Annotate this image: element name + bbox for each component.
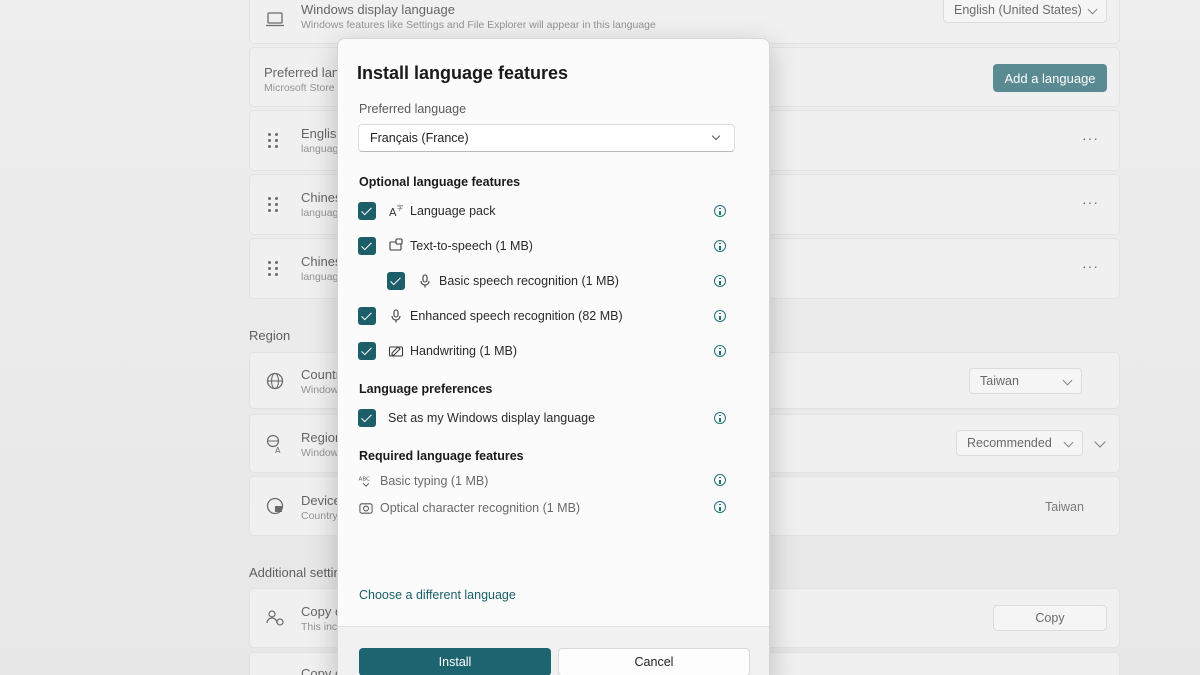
handwriting-icon — [388, 346, 404, 357]
feature-enhanced-speech[interactable]: Enhanced speech recognition (82 MB) — [358, 306, 623, 326]
required-feature-basic-typing: ABC Basic typing (1 MB) — [358, 472, 489, 490]
language-preferences-header: Language preferences — [359, 382, 493, 396]
required-feature-ocr: Optical character recognition (1 MB) — [358, 499, 580, 517]
preferred-language-dropdown[interactable]: Français (France) — [358, 124, 735, 152]
svg-text:ABC: ABC — [359, 476, 371, 482]
set-display-language-label: Set as my Windows display language — [388, 411, 596, 425]
info-icon[interactable] — [714, 474, 726, 486]
feature-basic-speech[interactable]: Basic speech recognition (1 MB) — [387, 271, 619, 291]
camera-ocr-icon — [359, 502, 373, 514]
info-icon[interactable] — [714, 501, 726, 513]
feature-label: Handwriting (1 MB) — [410, 344, 517, 358]
svg-text:A: A — [389, 206, 397, 219]
feature-language-pack[interactable]: A 字 Language pack — [358, 201, 496, 221]
cancel-button[interactable]: Cancel — [558, 648, 750, 675]
info-icon[interactable] — [714, 412, 726, 424]
checkbox-checked[interactable] — [358, 237, 376, 255]
preferred-language-label: Preferred language — [359, 102, 467, 116]
abc-typing-icon: ABC — [359, 476, 371, 487]
feature-label: Language pack — [410, 204, 496, 218]
info-icon[interactable] — [714, 240, 726, 252]
microphone-icon — [391, 309, 401, 323]
chevron-down-icon — [711, 131, 721, 141]
info-icon[interactable] — [714, 345, 726, 357]
info-icon[interactable] — [714, 275, 726, 287]
feature-text-to-speech[interactable]: Text-to-speech (1 MB) — [358, 236, 533, 256]
install-language-features-dialog: Install language features Preferred lang… — [337, 38, 770, 675]
required-features-header: Required language features — [359, 449, 524, 463]
info-icon[interactable] — [714, 310, 726, 322]
checkbox-checked[interactable] — [358, 342, 376, 360]
set-display-language-option[interactable]: Set as my Windows display language — [358, 408, 595, 428]
feature-label: Optical character recognition (1 MB) — [380, 501, 581, 515]
checkbox-checked[interactable] — [387, 272, 405, 290]
dialog-title: Install language features — [357, 63, 569, 83]
preferred-language-value: Français (France) — [370, 131, 469, 145]
feature-label: Text-to-speech (1 MB) — [410, 239, 533, 253]
feature-label: Basic typing (1 MB) — [380, 474, 489, 488]
checkbox-checked[interactable] — [358, 202, 376, 220]
text-to-speech-icon — [389, 238, 403, 251]
checkbox-checked[interactable] — [358, 409, 376, 427]
install-button[interactable]: Install — [359, 648, 551, 675]
svg-text:字: 字 — [397, 204, 403, 212]
checkbox-checked[interactable] — [358, 307, 376, 325]
feature-label: Basic speech recognition (1 MB) — [439, 274, 619, 288]
language-pack-icon: A 字 — [389, 204, 403, 219]
feature-handwriting[interactable]: Handwriting (1 MB) — [358, 341, 517, 361]
microphone-icon — [420, 274, 430, 288]
info-icon[interactable] — [714, 205, 726, 217]
choose-different-language-link[interactable]: Choose a different language — [359, 588, 516, 602]
feature-label: Enhanced speech recognition (82 MB) — [410, 309, 623, 323]
optional-features-header: Optional language features — [359, 175, 521, 189]
